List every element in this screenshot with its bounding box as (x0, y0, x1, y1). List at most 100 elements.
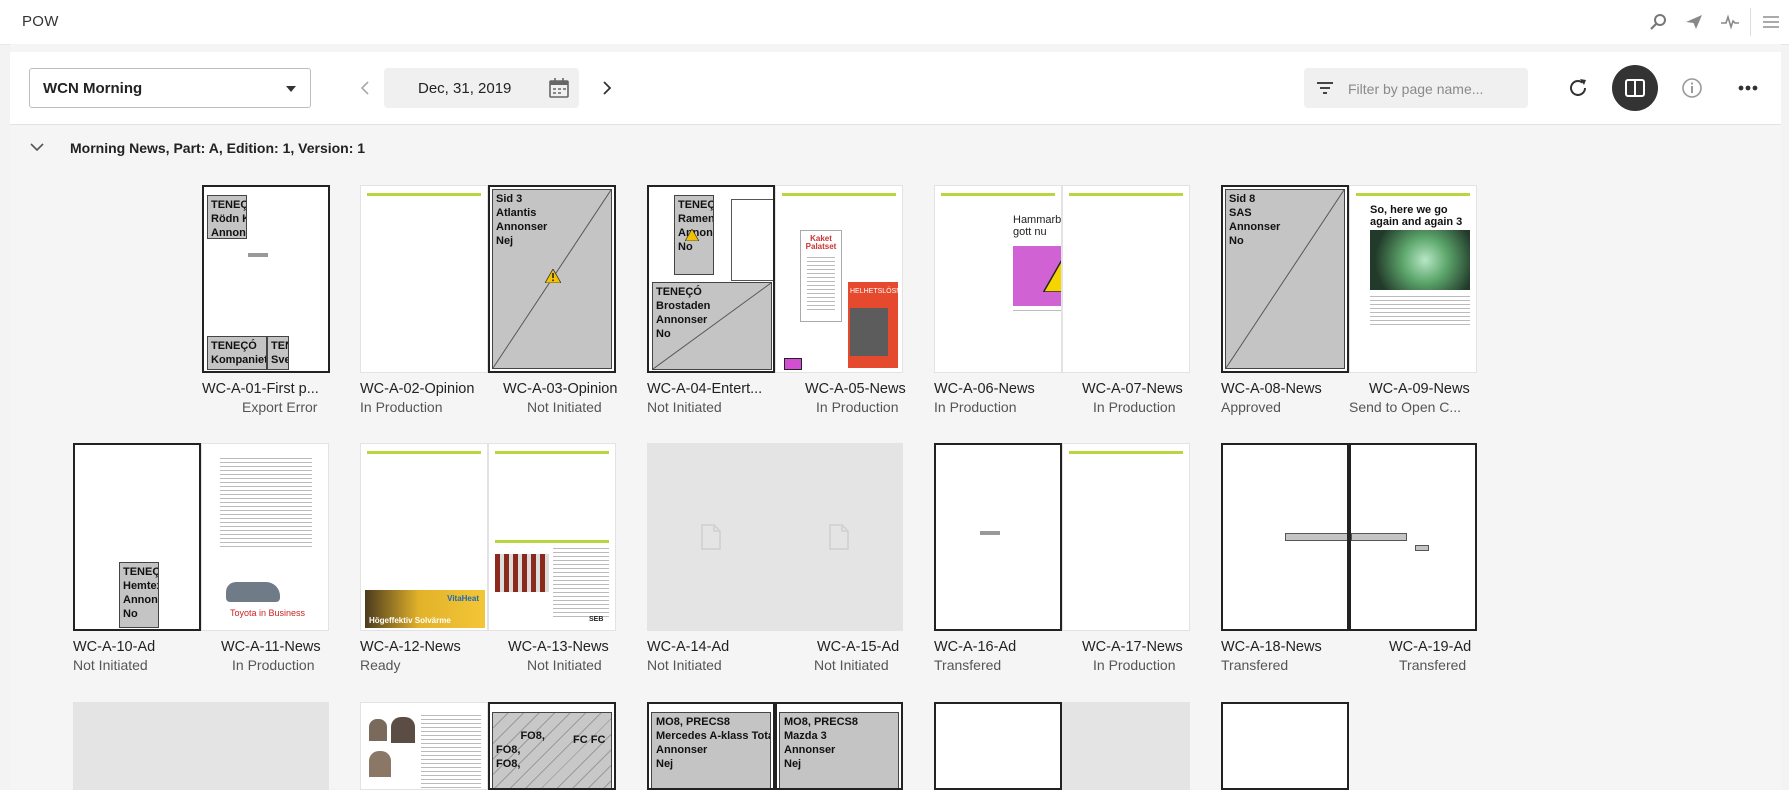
ad-placeholder: TENEÇÓ Rödn K Annon (207, 195, 247, 239)
search-key-icon[interactable] (1640, 8, 1676, 36)
publication-select-value: WCN Morning (43, 80, 143, 97)
page-thumbnail[interactable]: Toyota in Business (201, 443, 329, 631)
page-thumbnail[interactable] (1062, 185, 1190, 373)
next-date-button[interactable] (592, 74, 620, 102)
chevron-down-icon[interactable] (28, 138, 46, 156)
page-thumbnail[interactable] (1062, 443, 1190, 631)
calendar-icon[interactable] (547, 76, 571, 100)
page-thumbnail[interactable]: TENEÇÓ Rödn K Annon TENEÇÓ Kompaniet TEN… (202, 185, 330, 373)
page-header-bar (1356, 193, 1470, 196)
page-name: WC-A-05-News (805, 381, 906, 397)
page-thumbnail[interactable]: So, here we go again and again 3 (1349, 185, 1477, 373)
text-lines (1013, 310, 1061, 314)
publication-select[interactable]: WCN Morning (29, 68, 311, 108)
page-thumbnail[interactable] (1062, 702, 1190, 790)
page-name: WC-A-02-Opinion (360, 381, 475, 397)
info-button[interactable] (1674, 70, 1710, 106)
page-status: Not Initiated (73, 657, 148, 673)
photo (850, 308, 888, 356)
page-thumbnail[interactable] (775, 443, 903, 631)
chevron-left-icon (360, 81, 369, 95)
page-thumbnail[interactable]: MO8, PRECS8 Mercedes A-klass Tota Annons… (647, 702, 775, 790)
warning-icon (685, 229, 699, 241)
page-name: WC-A-04-Entert... (647, 381, 763, 397)
previous-date-button[interactable] (352, 74, 380, 102)
text-block (980, 531, 1000, 535)
spread-view-toggle[interactable] (1612, 65, 1658, 111)
page-thumbnail[interactable]: FO8, FO8, FO8, FC FC (488, 702, 616, 790)
section-title: Morning News, Part: A, Edition: 1, Versi… (70, 140, 366, 156)
text-lines (553, 548, 609, 618)
ad-logo: VitaHeat (447, 594, 479, 603)
section-header[interactable]: Morning News, Part: A, Edition: 1, Versi… (10, 126, 1781, 170)
page-thumbnail[interactable]: TENEÇÓ Hemtex Annon No (73, 443, 201, 631)
page-thumbnail[interactable]: SEB (488, 443, 616, 631)
page-thumbnail[interactable] (934, 702, 1062, 790)
headline: Hammarby lever gott nu (1013, 214, 1062, 238)
page-header-bar (367, 451, 481, 454)
text-block (248, 253, 268, 257)
page-name: WC-A-18-News (1221, 639, 1322, 655)
page-name: WC-A-07-News (1082, 381, 1183, 397)
page-header-bar (941, 193, 1055, 196)
page-status: In Production (816, 399, 899, 415)
app-bar: POW (0, 0, 1789, 45)
page-status: Send to Open C... (1349, 399, 1462, 415)
portrait-photo (369, 719, 387, 741)
ad-label: Sid 3 Atlantis Annonser Nej (496, 193, 548, 247)
toolbar: WCN Morning Dec, 31, 2019 (10, 52, 1781, 125)
ad-label: FC FC (573, 734, 606, 746)
ad-placeholder: MO8, PRECS8 Mazda 3 Annonser Nej (779, 712, 899, 788)
more-horizontal-icon (1738, 85, 1758, 91)
page-status: In Production (1093, 657, 1176, 673)
page-thumbnail[interactable] (1349, 443, 1477, 631)
page-thumbnail[interactable] (360, 702, 488, 790)
page-status: Approved (1221, 399, 1281, 415)
page-thumbnail[interactable]: Sid 3 Atlantis Annonser Nej (488, 185, 616, 373)
refresh-button[interactable] (1560, 70, 1596, 106)
page-thumbnail[interactable]: Högeffektiv Solvärme VitaHeat (360, 443, 488, 631)
date-value: Dec, 31, 2019 (418, 80, 512, 97)
ad-title: Kaket Palatset (805, 234, 837, 251)
page-thumbnail[interactable] (201, 702, 329, 790)
page-thumbnail[interactable]: MO8, PRECS8 Mazda 3 Annonser Nej (775, 702, 903, 790)
page-name: WC-A-19-Ad (1389, 639, 1472, 655)
page-planner-panel: WCN Morning Dec, 31, 2019 Filter by page… (10, 44, 1781, 790)
divider (1750, 8, 1751, 36)
ad-banner: Högeffektiv Solvärme VitaHeat (365, 590, 485, 628)
page-thumbnail[interactable] (934, 443, 1062, 631)
page-thumbnail[interactable] (647, 443, 775, 631)
activity-icon[interactable] (1712, 8, 1748, 36)
columns-icon (1625, 79, 1645, 97)
more-options-button[interactable] (1730, 70, 1766, 106)
file-icon (829, 524, 849, 550)
page-name: WC-A-11-News (221, 639, 321, 655)
page-status: Not Initiated (527, 657, 602, 673)
ad-placeholder: TENEÇÓ Brostaden Annonser No (652, 282, 772, 370)
filter-input[interactable] (1346, 77, 1520, 101)
page-status: Not Initiated (527, 399, 602, 415)
page-header-bar (782, 193, 896, 196)
page-thumbnail[interactable]: Kaket Palatset HELHETSLÖSNING (775, 185, 903, 373)
page-thumbnail[interactable] (1221, 443, 1349, 631)
page-thumbnail[interactable]: Hammarby lever gott nu (934, 185, 1062, 373)
page-header-bar (367, 193, 481, 196)
page-thumbnail[interactable]: Sid 8 SAS Annonser No (1221, 185, 1349, 373)
date-picker[interactable]: Dec, 31, 2019 (384, 68, 579, 108)
page-header-bar (1069, 193, 1183, 196)
portrait-photo (369, 751, 391, 777)
page-thumbnail[interactable]: TENEÇÓ Ramen Annon No TENEÇÓ Brostaden A… (647, 185, 775, 373)
page-name: WC-A-10-Ad (73, 639, 156, 655)
page-name: WC-A-01-First p... (202, 381, 319, 397)
send-icon[interactable] (1676, 8, 1712, 36)
app-bar-actions (1640, 8, 1789, 36)
page-thumbnail[interactable] (360, 185, 488, 373)
page-name: WC-A-15-Ad (817, 639, 900, 655)
page-thumbnail[interactable] (1221, 702, 1349, 790)
page-thumbnail[interactable] (73, 702, 201, 790)
text-lines (421, 715, 481, 789)
page-name: WC-A-17-News (1082, 639, 1183, 655)
ad-label: FO8, FO8, FO8, (496, 730, 545, 770)
menu-icon[interactable] (1753, 8, 1789, 36)
ad-placeholder: Sid 8 SAS Annonser No (1225, 189, 1345, 369)
